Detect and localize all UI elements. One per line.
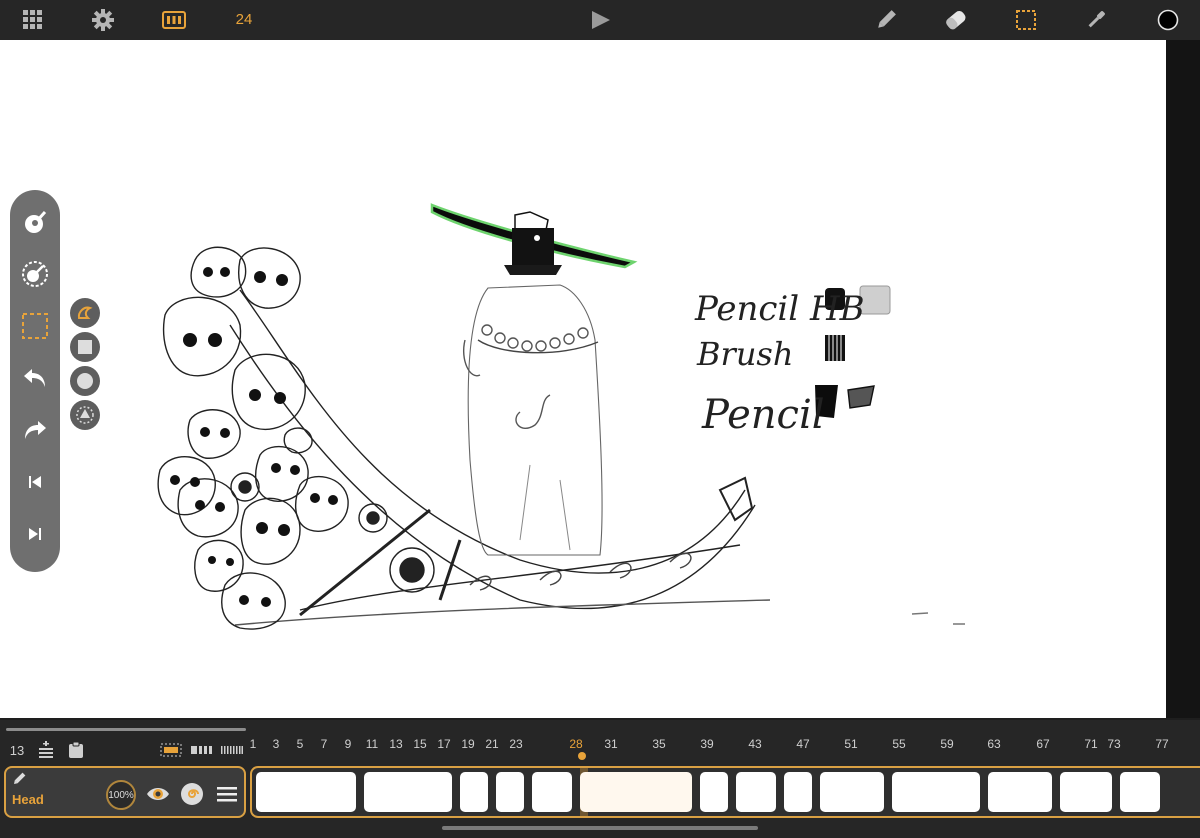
- frame-cell-current[interactable]: [580, 772, 692, 812]
- freehand-lasso-icon[interactable]: [70, 298, 100, 328]
- frame-cell[interactable]: [256, 772, 356, 812]
- layer-menu-icon[interactable]: [214, 780, 240, 808]
- frame-cell[interactable]: [496, 772, 524, 812]
- sample-label-pencil: Pencil: [701, 392, 825, 438]
- frame-number: 19: [461, 737, 475, 751]
- home-indicator[interactable]: [442, 826, 758, 830]
- clipboard-icon[interactable]: [64, 736, 88, 764]
- right-edge-strip: [1166, 40, 1200, 718]
- frame-number: 1: [249, 737, 257, 751]
- layer-opacity-value: 100%: [108, 789, 134, 801]
- undo-icon[interactable]: [10, 358, 60, 398]
- frame-number: 11: [365, 737, 379, 751]
- frame-cell[interactable]: [1060, 772, 1112, 812]
- color-swatch[interactable]: [1154, 0, 1182, 40]
- frame-cell[interactable]: [364, 772, 452, 812]
- layer-opacity-button[interactable]: 100%: [106, 780, 136, 810]
- frame-number: 17: [437, 737, 451, 751]
- playhead[interactable]: [578, 752, 586, 760]
- frames-filmstrip-icon[interactable]: [160, 0, 188, 40]
- frame-cell[interactable]: [700, 772, 728, 812]
- transform-select-icon[interactable]: [70, 400, 100, 430]
- timeline-scrollbar[interactable]: [6, 728, 246, 731]
- ellipse-select-icon[interactable]: [70, 366, 100, 396]
- frame-number: 35: [652, 737, 666, 751]
- drawing-canvas[interactable]: Pencil HB Brush Pencil: [0, 40, 1166, 718]
- frame-number: 73: [1107, 737, 1121, 751]
- frame-number: 47: [796, 737, 810, 751]
- frame-cell[interactable]: [784, 772, 812, 812]
- side-toolbar: [10, 190, 60, 572]
- frame-number: 23: [509, 737, 523, 751]
- next-frame-icon[interactable]: [10, 514, 60, 554]
- frame-number: 13: [389, 737, 403, 751]
- sample-label-pencil-hb: Pencil HB: [694, 289, 865, 329]
- frame-cell[interactable]: [820, 772, 884, 812]
- onion-skin-eye-icon[interactable]: [144, 780, 172, 808]
- frame-number: 63: [987, 737, 1001, 751]
- previous-frame-icon[interactable]: [10, 462, 60, 502]
- start-frame-label[interactable]: 13: [4, 736, 30, 764]
- layer-head[interactable]: Head 100%: [4, 766, 246, 818]
- timeline-panel: 13 1 3 5 7 9 11 13 15 17 19 21 23 28 31 …: [0, 720, 1200, 838]
- start-frame-number: 13: [9, 742, 25, 758]
- add-layer-icon[interactable]: [34, 736, 58, 764]
- frame-cell[interactable]: [736, 772, 776, 812]
- frame-number: 5: [296, 737, 304, 751]
- eyedropper-tool-icon[interactable]: [1082, 0, 1110, 40]
- pencil-tool-icon[interactable]: [872, 0, 900, 40]
- frame-cell[interactable]: [532, 772, 572, 812]
- rect-select-icon[interactable]: [70, 332, 100, 362]
- layer-name: Head: [12, 792, 44, 807]
- eraser-tool-icon[interactable]: [942, 0, 970, 40]
- sketch-artwork: Pencil HB Brush Pencil: [157, 203, 965, 630]
- frame-number: 7: [320, 737, 328, 751]
- fps-label[interactable]: 24: [228, 0, 260, 40]
- frame-number: 51: [844, 737, 858, 751]
- top-toolbar: 24: [0, 0, 1200, 40]
- frame-number: 31: [604, 737, 618, 751]
- frame-cell[interactable]: [988, 772, 1052, 812]
- settings-gear-icon[interactable]: [90, 0, 116, 40]
- opacity-dial-icon[interactable]: [10, 254, 60, 294]
- frame-cell[interactable]: [892, 772, 980, 812]
- sample-label-brush: Brush: [696, 335, 793, 373]
- layer-spiral-icon[interactable]: [178, 780, 206, 808]
- frame-number: 59: [940, 737, 954, 751]
- frame-number: 77: [1155, 737, 1169, 751]
- frame-number: 71: [1084, 737, 1098, 751]
- frame-view-large-icon[interactable]: [158, 736, 184, 764]
- frame-number: 55: [892, 737, 906, 751]
- play-icon[interactable]: [586, 0, 614, 40]
- layer-pencil-icon: [14, 772, 26, 784]
- frame-view-medium-icon[interactable]: [189, 736, 215, 764]
- brush-size-icon[interactable]: [10, 202, 60, 242]
- frame-number: 39: [700, 737, 714, 751]
- frame-cell[interactable]: [460, 772, 488, 812]
- frame-number: 43: [748, 737, 762, 751]
- frame-number: 21: [485, 737, 499, 751]
- frame-track: [250, 766, 1200, 818]
- current-frame-number: 28: [569, 737, 583, 751]
- frame-number: 9: [344, 737, 352, 751]
- lasso-select-icon[interactable]: [10, 306, 60, 346]
- frame-number: 15: [413, 737, 427, 751]
- redo-icon[interactable]: [10, 410, 60, 450]
- frame-number: 3: [272, 737, 280, 751]
- frame-cell[interactable]: [1120, 772, 1160, 812]
- gallery-grid-icon[interactable]: [20, 0, 46, 40]
- frame-number: 67: [1036, 737, 1050, 751]
- selection-tool-icon[interactable]: [1012, 0, 1040, 40]
